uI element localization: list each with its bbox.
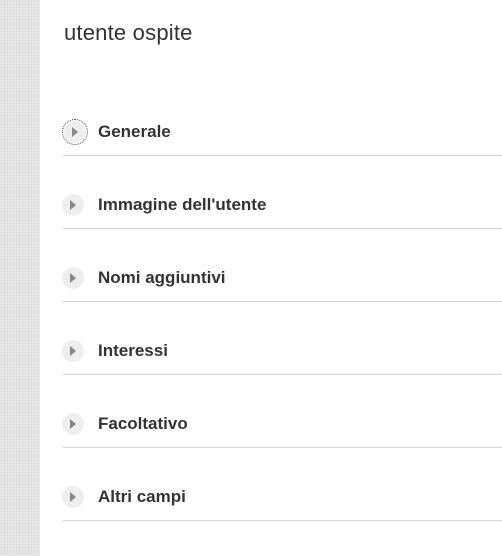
section-label: Nomi aggiuntivi [98, 268, 226, 287]
section-label: Immagine dell'utente [98, 195, 267, 214]
page-title: utente ospite [64, 20, 193, 45]
caret-right-icon[interactable] [62, 413, 84, 435]
caret-right-icon[interactable] [62, 340, 84, 362]
caret-right-icon[interactable] [62, 486, 84, 508]
section-user-image[interactable]: Immagine dell'utente [62, 169, 502, 242]
section-label: Generale [98, 122, 171, 141]
page-content: utente ospite Generale Immagine dell'ute… [40, 0, 502, 556]
section-label: Facoltativo [98, 414, 188, 433]
caret-right-icon[interactable] [62, 119, 88, 145]
section-label: Interessi [98, 341, 168, 360]
section-other-fields[interactable]: Altri campi [62, 461, 502, 534]
caret-right-icon[interactable] [62, 267, 84, 289]
section-additional-names[interactable]: Nomi aggiuntivi [62, 242, 502, 315]
section-optional[interactable]: Facoltativo [62, 388, 502, 461]
section-interests[interactable]: Interessi [62, 315, 502, 388]
collapsible-sections: Generale Immagine dell'utente Nomi aggiu… [62, 96, 502, 534]
caret-right-icon[interactable] [62, 194, 84, 216]
section-general[interactable]: Generale [62, 96, 502, 169]
section-label: Altri campi [98, 487, 186, 506]
left-gutter [0, 0, 40, 556]
